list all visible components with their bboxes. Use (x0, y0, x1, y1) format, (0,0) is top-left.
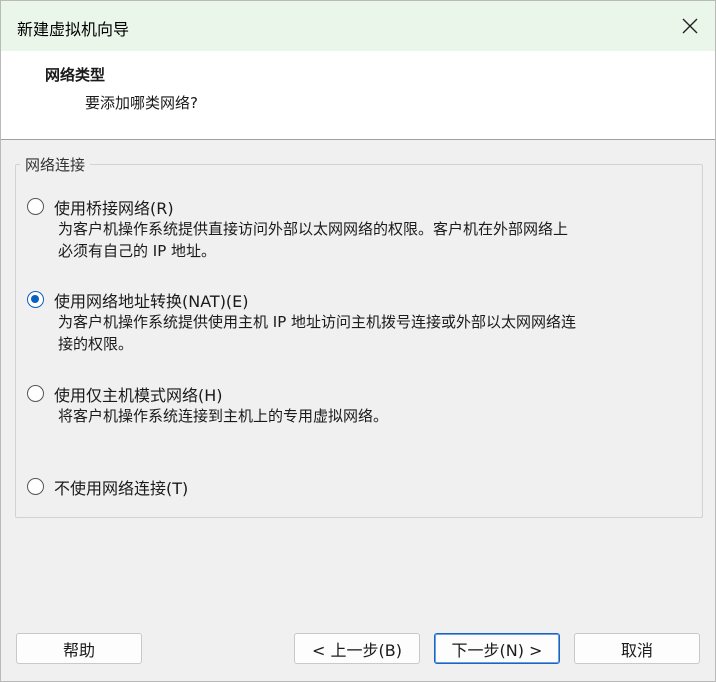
cancel-button[interactable]: 取消 (574, 633, 700, 664)
group-label: 网络连接 (20, 154, 91, 175)
nat-description-line-1: 为客户机操作系统提供使用主机 IP 地址访问主机拨号连接或外部以太网网络连 (58, 313, 577, 331)
title-bar: 新建虚拟机向导 (1, 1, 715, 51)
host-only-description-line-1: 将客户机操作系统连接到主机上的专用虚拟网络。 (58, 407, 389, 425)
host-only-description: 将客户机操作系统连接到主机上的专用虚拟网络。 (58, 405, 688, 427)
bridged-radio[interactable] (27, 198, 44, 215)
bridged-description-line-2: 必须有自己的 IP 地址。 (58, 242, 217, 260)
no-network-label[interactable]: 不使用网络连接(T) (54, 475, 188, 499)
next-button[interactable]: 下一步(N) > (434, 633, 560, 664)
nat-radio[interactable] (27, 291, 44, 308)
page-title: 网络类型 (45, 66, 106, 84)
bridged-description-line-1: 为客户机操作系统提供直接访问外部以太网网络的权限。客户机在外部网络上 (58, 220, 569, 238)
wizard-header: 网络类型 要添加哪类网络? (1, 51, 715, 140)
nat-label[interactable]: 使用网络地址转换(NAT)(E) (54, 288, 249, 312)
new-vm-wizard-dialog: 新建虚拟机向导 网络类型 要添加哪类网络? 网络连接 使用桥接网络(R) 为客户… (0, 0, 716, 682)
close-icon (682, 18, 698, 34)
no-network-radio[interactable] (27, 478, 44, 495)
host-only-label[interactable]: 使用仅主机模式网络(H) (54, 382, 223, 406)
nat-description: 为客户机操作系统提供使用主机 IP 地址访问主机拨号连接或外部以太网网络连 接的… (58, 311, 688, 355)
window-title: 新建虚拟机向导 (17, 20, 130, 39)
back-button[interactable]: < 上一步(B) (294, 633, 420, 664)
help-button[interactable]: 帮助 (16, 633, 142, 664)
bridged-description: 为客户机操作系统提供直接访问外部以太网网络的权限。客户机在外部网络上 必须有自己… (58, 218, 688, 262)
page-subtitle: 要添加哪类网络? (85, 94, 198, 112)
host-only-radio[interactable] (27, 385, 44, 402)
bridged-label[interactable]: 使用桥接网络(R) (54, 195, 174, 219)
nat-description-line-2: 接的权限。 (58, 335, 134, 353)
close-button[interactable] (665, 1, 715, 51)
